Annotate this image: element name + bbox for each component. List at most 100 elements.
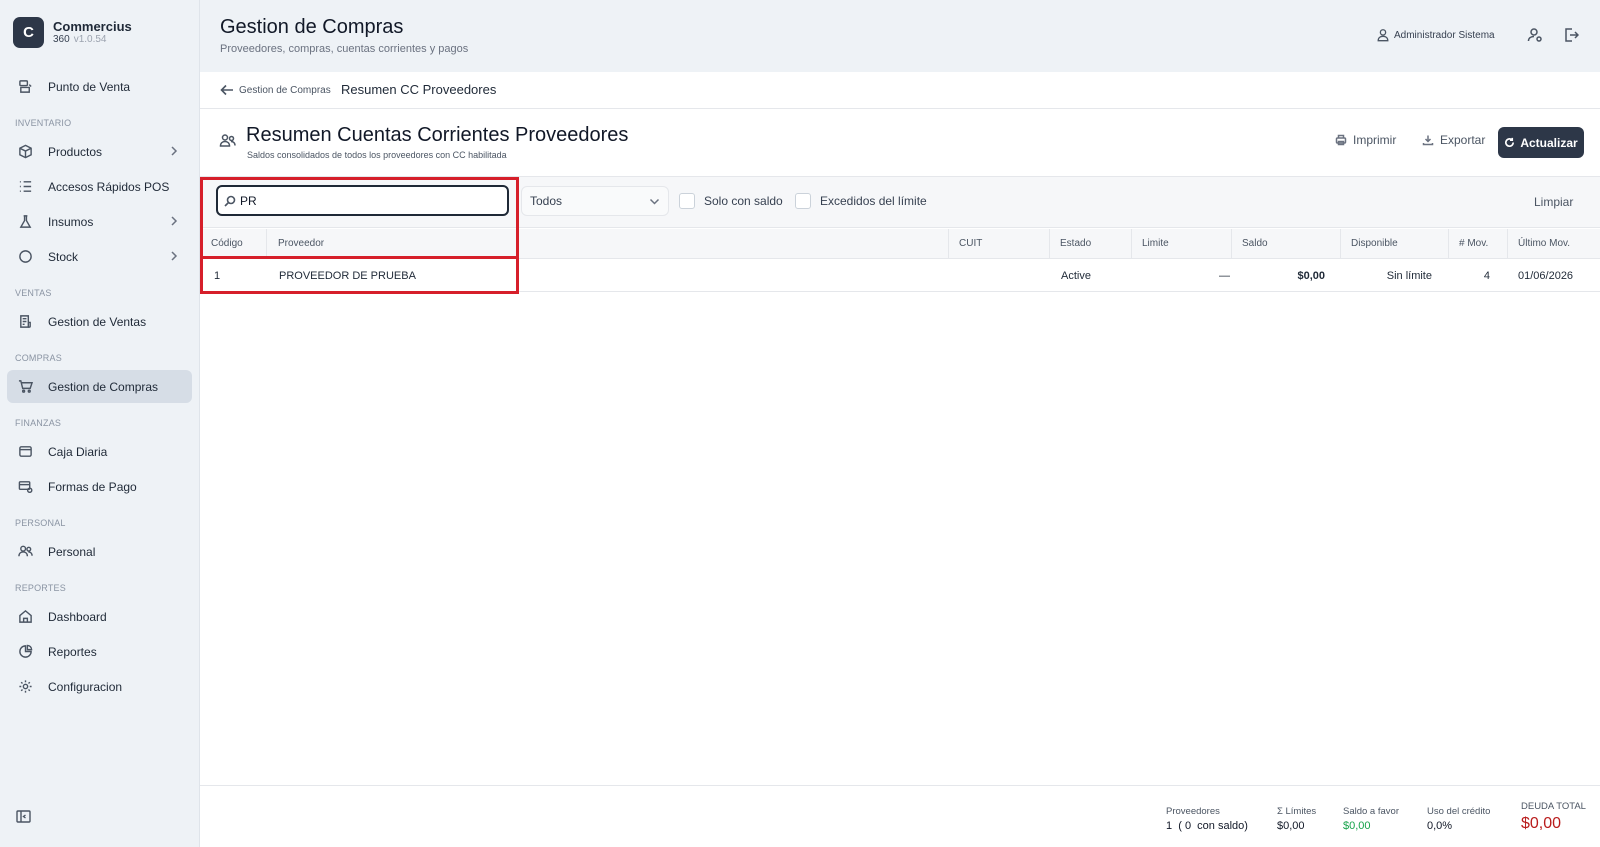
cell-movimientos: 4: [1483, 270, 1490, 282]
users-icon: [219, 132, 236, 149]
sidebar-item-label: Gestion de Ventas: [48, 314, 147, 329]
user-icon: [1377, 29, 1389, 42]
section-subtitle: Saldos consolidados de todos los proveed…: [247, 150, 507, 160]
column-divider: [1049, 229, 1050, 259]
sidebar-item-formas-de-pago[interactable]: Formas de Pago: [7, 470, 192, 503]
card-settings-icon: [17, 479, 33, 495]
stat-label: Saldo a favor: [1343, 806, 1399, 817]
stat-proveedores: Proveedores 1 ( 0 con saldo): [1166, 806, 1248, 832]
chevron-right-icon: [168, 145, 180, 157]
column-divider: [1340, 229, 1341, 259]
sidebar-item-stock[interactable]: Stock: [7, 240, 192, 273]
only-balance-label: Solo con saldo: [704, 194, 783, 208]
brand-logo: C: [13, 17, 44, 48]
column-divider: [1507, 229, 1508, 259]
cell-disponible: Sin límite: [1386, 270, 1432, 282]
section-label-inventario: INVENTARIO: [15, 118, 72, 128]
section-label-finanzas: FINANZAS: [15, 418, 62, 428]
sidebar-item-label: Reportes: [48, 644, 97, 659]
section-title: Resumen Cuentas Corrientes Proveedores: [246, 124, 629, 146]
column-header-limite[interactable]: Limite: [1142, 238, 1169, 249]
refresh-button[interactable]: Actualizar: [1498, 127, 1584, 158]
user-settings-icon[interactable]: [1527, 27, 1543, 43]
cell-estado: Active: [1061, 270, 1091, 282]
stat-label: Σ Límites: [1277, 806, 1317, 817]
export-label: Exportar: [1440, 133, 1486, 147]
column-header-movimientos[interactable]: # Mov.: [1459, 238, 1488, 249]
cell-saldo: $0,00: [1297, 270, 1325, 282]
back-link-label: Gestion de Compras: [239, 84, 331, 96]
box-icon: [17, 144, 33, 160]
column-header-disponible[interactable]: Disponible: [1351, 238, 1398, 249]
user-menu[interactable]: Administrador Sistema: [1376, 28, 1495, 42]
column-header-ultimo-mov[interactable]: Último Mov.: [1518, 238, 1570, 249]
stat-value: $0,00: [1343, 820, 1371, 832]
page-title: Gestion de Compras: [220, 16, 404, 38]
sidebar-collapse-icon[interactable]: [16, 810, 31, 823]
flask-icon: [17, 214, 33, 230]
sidebar-item-dashboard[interactable]: Dashboard: [7, 600, 192, 633]
refresh-label: Actualizar: [1520, 135, 1578, 150]
sidebar-item-insumos[interactable]: Insumos: [7, 205, 192, 238]
sidebar-item-label: Punto de Venta: [48, 79, 131, 94]
sidebar-item-productos[interactable]: Productos: [7, 135, 192, 168]
only-balance-checkbox[interactable]: Solo con saldo: [679, 193, 783, 209]
receipt-icon: [17, 314, 33, 330]
export-button[interactable]: Exportar: [1422, 133, 1485, 147]
column-header-estado[interactable]: Estado: [1060, 238, 1091, 249]
cell-limite: —: [1219, 270, 1230, 282]
print-button[interactable]: Imprimir: [1335, 133, 1396, 147]
sidebar-item-configuracion[interactable]: Configuracion: [7, 670, 192, 703]
chevron-right-icon: [168, 215, 180, 227]
gear-icon: [17, 679, 33, 695]
chevron-right-icon: [168, 250, 180, 262]
column-divider: [1448, 229, 1449, 259]
status-select[interactable]: Todos: [521, 186, 669, 216]
sidebar-item-accesos-rapidos-pos[interactable]: Accesos Rápidos POS: [7, 170, 192, 203]
sidebar-item-personal[interactable]: Personal: [7, 535, 192, 568]
highlight-box-row: [200, 256, 519, 294]
column-header-cuit[interactable]: CUIT: [959, 238, 982, 249]
stat-value: 1 ( 0 con saldo): [1166, 820, 1248, 832]
sidebar-item-gestion-de-compras[interactable]: Gestion de Compras: [7, 370, 192, 403]
sidebar-item-gestion-de-ventas[interactable]: Gestion de Ventas: [7, 305, 192, 338]
logout-icon[interactable]: [1563, 27, 1580, 43]
brand: C Commercius 360 v1.0.54: [13, 17, 132, 48]
users-icon: [17, 544, 33, 560]
status-select-value: Todos: [530, 194, 563, 208]
sidebar-item-reportes[interactable]: Reportes: [7, 635, 192, 668]
total-debt-label: DEUDA TOTAL: [1521, 801, 1586, 812]
chart-settings-icon: [17, 644, 33, 660]
column-header-saldo[interactable]: Saldo: [1242, 238, 1268, 249]
stat-limites: Σ Límites $0,00: [1277, 806, 1316, 832]
sidebar-item-label: Accesos Rápidos POS: [48, 179, 170, 194]
sidebar-item-label: Gestion de Compras: [48, 379, 159, 394]
checkbox-box[interactable]: [679, 193, 695, 209]
stat-value: 0,0%: [1427, 820, 1453, 832]
page-subtitle: Proveedores, compras, cuentas corrientes…: [220, 43, 469, 55]
over-limit-label: Excedidos del límite: [820, 194, 927, 208]
checkbox-box[interactable]: [795, 193, 811, 209]
printer-icon: [1335, 134, 1347, 146]
sidebar-item-caja-diaria[interactable]: Caja Diaria: [7, 435, 192, 468]
sidebar-item-punto-de-venta[interactable]: Punto de Venta: [7, 70, 192, 103]
over-limit-checkbox[interactable]: Excedidos del límite: [795, 193, 927, 209]
section-label-ventas: VENTAS: [15, 288, 52, 298]
arrow-left-icon: [220, 84, 233, 96]
refresh-icon: [1505, 137, 1515, 148]
sidebar-item-label: Dashboard: [48, 609, 107, 624]
column-divider: [1231, 229, 1232, 259]
cell-ultimo-mov: 01/06/2026: [1518, 270, 1574, 282]
sidebar-item-label: Configuracion: [48, 679, 123, 694]
column-divider: [1131, 229, 1132, 259]
back-link[interactable]: Gestion de Compras: [220, 83, 331, 97]
cart-icon: [17, 379, 33, 395]
stat-label: Proveedores: [1166, 806, 1220, 817]
brand-version: v1.0.54: [73, 34, 107, 46]
sidebar: C Commercius 360 v1.0.54 Punto de Venta I…: [0, 0, 200, 847]
pos-icon: [17, 79, 33, 95]
brand-name: Commercius: [53, 18, 132, 34]
sidebar-item-label: Formas de Pago: [48, 479, 137, 494]
column-divider: [948, 229, 949, 259]
clear-filters-button[interactable]: Limpiar: [1534, 195, 1573, 209]
